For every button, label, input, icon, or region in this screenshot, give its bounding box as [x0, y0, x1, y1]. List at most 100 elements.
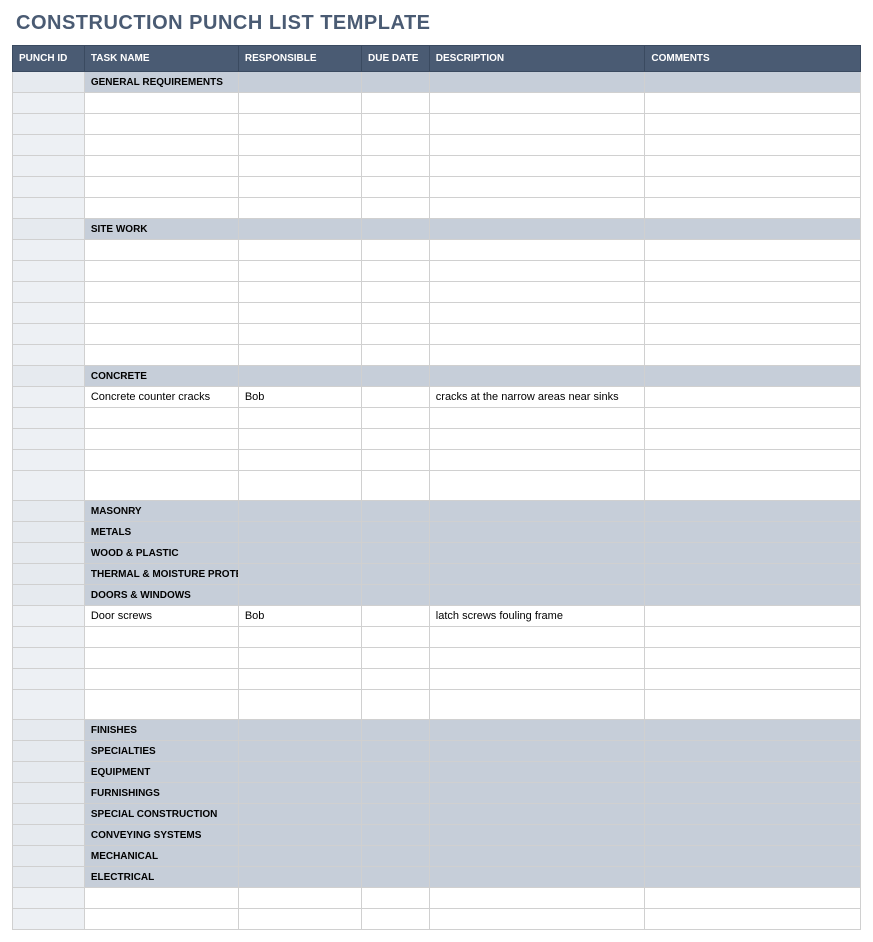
duedate-cell[interactable] [362, 114, 430, 135]
punchid-cell[interactable] [13, 324, 85, 345]
punchid-cell[interactable] [13, 450, 85, 471]
punchid-cell[interactable] [13, 177, 85, 198]
duedate-cell[interactable] [362, 783, 430, 804]
task-cell[interactable] [84, 198, 238, 219]
responsible-cell[interactable] [238, 648, 361, 669]
comments-cell[interactable] [645, 72, 861, 93]
description-cell[interactable] [429, 585, 645, 606]
duedate-cell[interactable] [362, 501, 430, 522]
responsible-cell[interactable] [238, 783, 361, 804]
comments-cell[interactable] [645, 585, 861, 606]
punchid-cell[interactable] [13, 471, 85, 501]
description-cell[interactable] [429, 522, 645, 543]
task-cell[interactable]: THERMAL & MOISTURE PROTECTION [84, 564, 238, 585]
description-cell[interactable] [429, 501, 645, 522]
duedate-cell[interactable] [362, 648, 430, 669]
punchid-cell[interactable] [13, 198, 85, 219]
responsible-cell[interactable] [238, 261, 361, 282]
responsible-cell[interactable] [238, 522, 361, 543]
responsible-cell[interactable] [238, 501, 361, 522]
responsible-cell[interactable] [238, 471, 361, 501]
task-cell[interactable] [84, 303, 238, 324]
punchid-cell[interactable] [13, 261, 85, 282]
task-cell[interactable] [84, 240, 238, 261]
responsible-cell[interactable] [238, 366, 361, 387]
duedate-cell[interactable] [362, 429, 430, 450]
comments-cell[interactable] [645, 543, 861, 564]
punchid-cell[interactable] [13, 303, 85, 324]
task-cell[interactable]: CONCRETE [84, 366, 238, 387]
task-cell[interactable] [84, 408, 238, 429]
punchid-cell[interactable] [13, 93, 85, 114]
description-cell[interactable] [429, 471, 645, 501]
task-cell[interactable] [84, 627, 238, 648]
description-cell[interactable] [429, 282, 645, 303]
task-cell[interactable] [84, 909, 238, 930]
description-cell[interactable] [429, 72, 645, 93]
punchid-cell[interactable] [13, 627, 85, 648]
comments-cell[interactable] [645, 282, 861, 303]
comments-cell[interactable] [645, 261, 861, 282]
task-cell[interactable]: SITE WORK [84, 219, 238, 240]
duedate-cell[interactable] [362, 606, 430, 627]
responsible-cell[interactable] [238, 177, 361, 198]
duedate-cell[interactable] [362, 867, 430, 888]
punchid-cell[interactable] [13, 909, 85, 930]
task-cell[interactable] [84, 114, 238, 135]
punchid-cell[interactable] [13, 720, 85, 741]
comments-cell[interactable] [645, 135, 861, 156]
task-cell[interactable] [84, 648, 238, 669]
responsible-cell[interactable] [238, 408, 361, 429]
punchid-cell[interactable] [13, 846, 85, 867]
punchid-cell[interactable] [13, 219, 85, 240]
duedate-cell[interactable] [362, 261, 430, 282]
responsible-cell[interactable] [238, 72, 361, 93]
duedate-cell[interactable] [362, 72, 430, 93]
comments-cell[interactable] [645, 846, 861, 867]
comments-cell[interactable] [645, 720, 861, 741]
description-cell[interactable] [429, 177, 645, 198]
responsible-cell[interactable]: Bob [238, 606, 361, 627]
punchid-cell[interactable] [13, 690, 85, 720]
task-cell[interactable]: FURNISHINGS [84, 783, 238, 804]
comments-cell[interactable] [645, 219, 861, 240]
duedate-cell[interactable] [362, 324, 430, 345]
duedate-cell[interactable] [362, 450, 430, 471]
punchid-cell[interactable] [13, 501, 85, 522]
punchid-cell[interactable] [13, 867, 85, 888]
responsible-cell[interactable] [238, 909, 361, 930]
description-cell[interactable] [429, 741, 645, 762]
description-cell[interactable] [429, 627, 645, 648]
comments-cell[interactable] [645, 450, 861, 471]
description-cell[interactable] [429, 135, 645, 156]
comments-cell[interactable] [645, 387, 861, 408]
task-cell[interactable]: METALS [84, 522, 238, 543]
comments-cell[interactable] [645, 762, 861, 783]
comments-cell[interactable] [645, 627, 861, 648]
responsible-cell[interactable] [238, 450, 361, 471]
duedate-cell[interactable] [362, 198, 430, 219]
task-cell[interactable]: MASONRY [84, 501, 238, 522]
task-cell[interactable]: SPECIALTIES [84, 741, 238, 762]
task-cell[interactable]: CONVEYING SYSTEMS [84, 825, 238, 846]
task-cell[interactable] [84, 669, 238, 690]
task-cell[interactable] [84, 177, 238, 198]
punchid-cell[interactable] [13, 804, 85, 825]
comments-cell[interactable] [645, 366, 861, 387]
description-cell[interactable] [429, 564, 645, 585]
duedate-cell[interactable] [362, 156, 430, 177]
task-cell[interactable] [84, 429, 238, 450]
comments-cell[interactable] [645, 501, 861, 522]
responsible-cell[interactable] [238, 627, 361, 648]
task-cell[interactable]: ELECTRICAL [84, 867, 238, 888]
responsible-cell[interactable] [238, 282, 361, 303]
task-cell[interactable]: GENERAL REQUIREMENTS [84, 72, 238, 93]
punchid-cell[interactable] [13, 825, 85, 846]
comments-cell[interactable] [645, 303, 861, 324]
description-cell[interactable] [429, 345, 645, 366]
duedate-cell[interactable] [362, 720, 430, 741]
responsible-cell[interactable] [238, 762, 361, 783]
task-cell[interactable] [84, 282, 238, 303]
responsible-cell[interactable] [238, 690, 361, 720]
duedate-cell[interactable] [362, 846, 430, 867]
